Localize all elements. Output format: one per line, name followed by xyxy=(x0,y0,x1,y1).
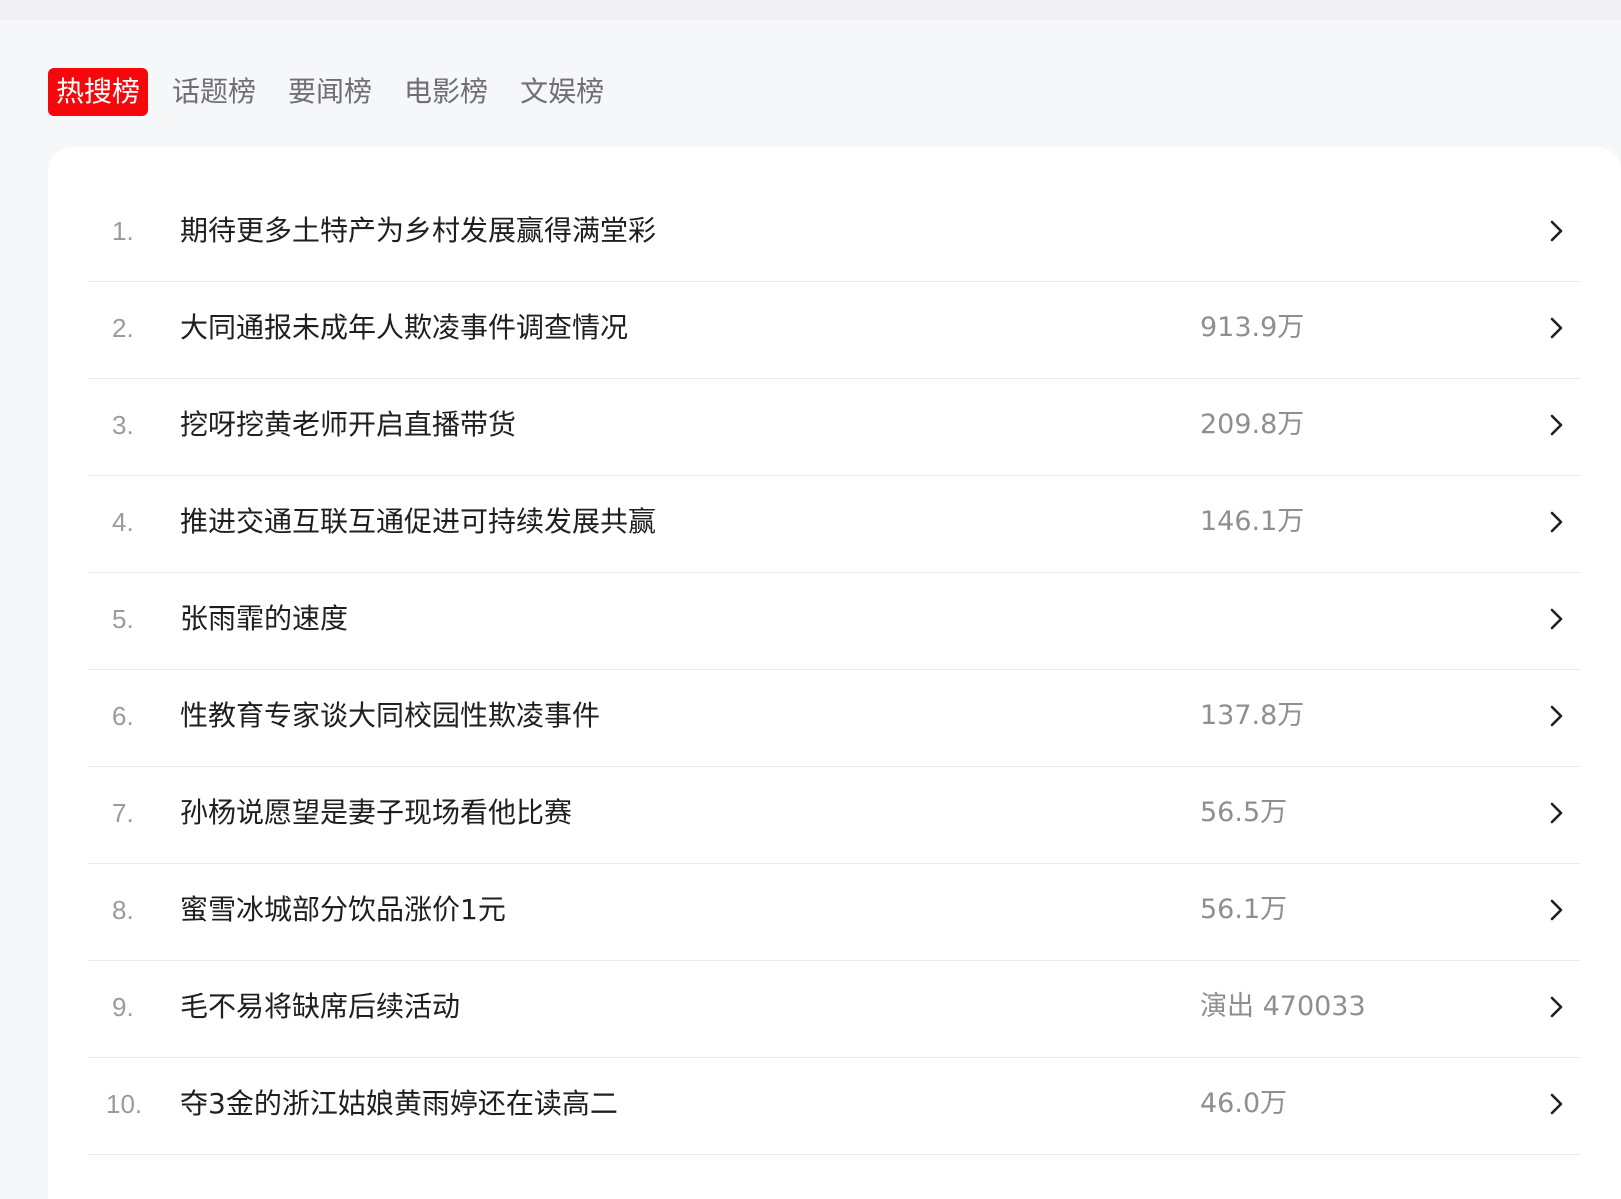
heat-value: 46.0万 xyxy=(1200,1088,1288,1119)
top-strip xyxy=(0,0,1621,20)
chevron-right-icon[interactable] xyxy=(1544,510,1568,534)
item-title[interactable]: 挖呀挖黄老师开启直播带货 xyxy=(180,375,516,475)
item-title[interactable]: 夺3金的浙江姑娘黄雨婷还在读高二 xyxy=(180,1054,618,1154)
rank-number: 5. xyxy=(112,604,134,634)
item-title[interactable]: 孙杨说愿望是妻子现场看他比赛 xyxy=(180,763,572,863)
item-title[interactable]: 蜜雪冰城部分饮品涨价1元 xyxy=(180,860,506,960)
hot-list-panel: 1. 期待更多土特产为乡村发展赢得满堂彩 2. 大同通报未成年人欺凌事件调查情况… xyxy=(48,147,1621,1199)
list-item[interactable]: 5. 张雨霏的速度 xyxy=(88,569,1580,670)
rank-number: 10. xyxy=(106,1089,143,1119)
chevron-right-icon[interactable] xyxy=(1544,898,1568,922)
tab-movies[interactable]: 电影榜 xyxy=(396,68,496,116)
heat-value: 137.8万 xyxy=(1200,700,1305,731)
chevron-right-icon[interactable] xyxy=(1544,995,1568,1019)
list-item[interactable]: 9. 毛不易将缺席后续活动 演出 470033 xyxy=(88,957,1580,1058)
chevron-right-icon[interactable] xyxy=(1544,413,1568,437)
chevron-right-icon[interactable] xyxy=(1544,801,1568,825)
list-item[interactable]: 4. 推进交通互联互通促进可持续发展共赢 146.1万 xyxy=(88,472,1580,573)
rank-number: 6. xyxy=(112,701,134,731)
rank-number: 1. xyxy=(112,216,134,246)
rank-number: 7. xyxy=(112,798,134,828)
item-title[interactable]: 期待更多土特产为乡村发展赢得满堂彩 xyxy=(180,181,656,281)
tab-news[interactable]: 要闻榜 xyxy=(280,68,380,116)
chevron-right-icon[interactable] xyxy=(1544,316,1568,340)
list-item[interactable]: 2. 大同通报未成年人欺凌事件调查情况 913.9万 xyxy=(88,278,1580,379)
rank-number: 2. xyxy=(112,313,134,343)
list-item[interactable]: 1. 期待更多土特产为乡村发展赢得满堂彩 xyxy=(88,181,1580,282)
item-title[interactable]: 推进交通互联互通促进可持续发展共赢 xyxy=(180,472,656,572)
ranking-tabs: 热搜榜 话题榜 要闻榜 电影榜 文娱榜 xyxy=(48,68,628,116)
rank-number: 4. xyxy=(112,507,134,537)
list-item[interactable]: 7. 孙杨说愿望是妻子现场看他比赛 56.5万 xyxy=(88,763,1580,864)
item-title[interactable]: 大同通报未成年人欺凌事件调查情况 xyxy=(180,278,628,378)
list-item[interactable]: 10. 夺3金的浙江姑娘黄雨婷还在读高二 46.0万 xyxy=(88,1054,1580,1155)
heat-value: 56.1万 xyxy=(1200,894,1288,925)
item-title[interactable]: 性教育专家谈大同校园性欺凌事件 xyxy=(180,666,600,766)
tab-topics[interactable]: 话题榜 xyxy=(164,68,264,116)
chevron-right-icon[interactable] xyxy=(1544,219,1568,243)
item-title[interactable]: 毛不易将缺席后续活动 xyxy=(180,957,460,1057)
rank-number: 8. xyxy=(112,895,134,925)
rank-number: 3. xyxy=(112,410,134,440)
heat-value: 演出 470033 xyxy=(1200,991,1366,1022)
heat-value: 209.8万 xyxy=(1200,409,1305,440)
heat-value: 56.5万 xyxy=(1200,797,1288,828)
heat-value: 146.1万 xyxy=(1200,506,1305,537)
item-title[interactable]: 张雨霏的速度 xyxy=(180,569,348,669)
list-item[interactable]: 3. 挖呀挖黄老师开启直播带货 209.8万 xyxy=(88,375,1580,476)
heat-value: 913.9万 xyxy=(1200,312,1305,343)
chevron-right-icon[interactable] xyxy=(1544,704,1568,728)
tab-hot-search[interactable]: 热搜榜 xyxy=(48,68,149,116)
chevron-right-icon[interactable] xyxy=(1544,1092,1568,1116)
list-item[interactable]: 6. 性教育专家谈大同校园性欺凌事件 137.8万 xyxy=(88,666,1580,767)
rank-number: 9. xyxy=(112,992,134,1022)
tab-entertainment[interactable]: 文娱榜 xyxy=(512,68,612,116)
list-item[interactable]: 8. 蜜雪冰城部分饮品涨价1元 56.1万 xyxy=(88,860,1580,961)
chevron-right-icon[interactable] xyxy=(1544,607,1568,631)
